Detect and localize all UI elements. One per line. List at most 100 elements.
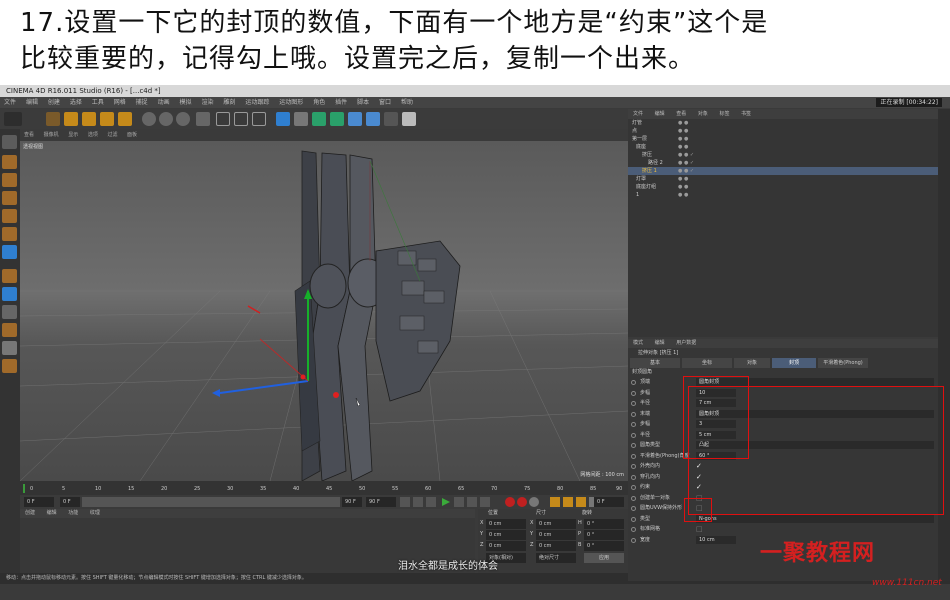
- object-row-selected[interactable]: 挤压 1 ● ● ✓: [628, 167, 938, 175]
- size-y-field[interactable]: 0 cm: [536, 530, 576, 540]
- attribute-menu-edit[interactable]: 编辑: [655, 340, 665, 346]
- object-menu-tags[interactable]: 标签: [719, 111, 729, 117]
- size-z-field[interactable]: 0 cm: [536, 541, 576, 551]
- frame-min-field[interactable]: 0 F: [60, 497, 80, 507]
- frame-end-field[interactable]: 90 F: [366, 497, 396, 507]
- edges-mode-icon[interactable]: [2, 227, 17, 241]
- tab-phong[interactable]: 平滑着色(Phong): [818, 358, 868, 368]
- object-menu-edit[interactable]: 编辑: [655, 111, 665, 117]
- grid-width-field[interactable]: 10 cm: [696, 535, 736, 544]
- anim-dot-icon[interactable]: [631, 453, 636, 459]
- anim-dot-icon[interactable]: [631, 422, 636, 427]
- floor-icon[interactable]: [366, 112, 380, 126]
- object-menu-view[interactable]: 查看: [676, 111, 686, 117]
- object-row[interactable]: 第一层 ● ●: [628, 135, 938, 143]
- current-frame-field[interactable]: 0 F: [594, 497, 624, 507]
- anim-dot-icon[interactable]: [631, 527, 636, 532]
- regular-grid-checkbox[interactable]: □: [696, 525, 703, 533]
- render-picture-viewer-icon[interactable]: [234, 112, 248, 126]
- tab-object[interactable]: 对象: [734, 358, 770, 368]
- visibility-dots-icon[interactable]: ● ●: [678, 135, 688, 143]
- apply-button[interactable]: 应用: [584, 553, 624, 563]
- position-x-field[interactable]: 0 cm: [486, 519, 526, 529]
- visibility-dots-icon[interactable]: ● ●: [678, 119, 688, 127]
- y-axis-icon[interactable]: [159, 112, 173, 126]
- menu-help[interactable]: 帮助: [401, 99, 413, 106]
- anim-dot-icon[interactable]: [631, 380, 636, 385]
- material-menu-texture[interactable]: 纹理: [90, 510, 100, 516]
- rotation-h-field[interactable]: 0 °: [584, 519, 624, 529]
- position-z-field[interactable]: 0 cm: [486, 541, 526, 551]
- visibility-dots-icon[interactable]: ● ● ✓: [678, 151, 694, 159]
- lock-workplane-icon[interactable]: [2, 341, 17, 355]
- timeline-ruler[interactable]: 0 5 10 15 20 25 30 35 40 45 50 55 60 65 …: [20, 481, 628, 495]
- visibility-dots-icon[interactable]: ● ● ✓: [678, 167, 694, 175]
- scale-icon[interactable]: [82, 112, 96, 126]
- tweak-mode-icon[interactable]: [2, 287, 17, 301]
- menu-create[interactable]: 创建: [48, 99, 60, 106]
- menu-mograph[interactable]: 运动图形: [279, 99, 303, 106]
- anim-dot-icon[interactable]: [631, 464, 636, 469]
- object-row[interactable]: 灯罩 ● ●: [628, 175, 938, 183]
- move-icon[interactable]: [64, 112, 78, 126]
- menu-simulate[interactable]: 模拟: [180, 99, 192, 106]
- anim-dot-icon[interactable]: [631, 401, 636, 406]
- object-menu-file[interactable]: 文件: [633, 111, 643, 117]
- viewport-menu-display[interactable]: 显示: [68, 132, 78, 138]
- workplane-icon[interactable]: [2, 191, 17, 205]
- viewport-menu-view[interactable]: 查看: [24, 132, 34, 138]
- menu-window[interactable]: 窗口: [379, 99, 391, 106]
- menu-tools[interactable]: 工具: [92, 99, 104, 106]
- anim-dot-icon[interactable]: [631, 390, 636, 396]
- frame-range-slider[interactable]: [82, 497, 340, 507]
- visibility-dots-icon[interactable]: ● ●: [678, 143, 688, 151]
- menu-motion-tracking[interactable]: 运动跟踪: [245, 99, 269, 106]
- size-x-field[interactable]: 0 cm: [536, 519, 576, 529]
- object-menu-bookmarks[interactable]: 书签: [741, 111, 751, 117]
- object-row[interactable]: 灯管 ● ●: [628, 119, 938, 127]
- quantize-icon[interactable]: [2, 323, 17, 337]
- menu-mesh[interactable]: 网格: [114, 99, 126, 106]
- menu-snap[interactable]: 捕捉: [136, 99, 148, 106]
- menu-file[interactable]: 文件: [4, 99, 16, 106]
- tab-basic[interactable]: 基本: [630, 358, 680, 368]
- visibility-dots-icon[interactable]: ● ●: [678, 127, 688, 135]
- tab-coordinates[interactable]: 坐标: [682, 358, 732, 368]
- cap-type-select[interactable]: N-gons: [696, 514, 934, 523]
- frame-max-field[interactable]: 90 F: [342, 497, 362, 507]
- light-icon[interactable]: [402, 112, 416, 126]
- object-row[interactable]: 路径 2 ● ● ✓: [628, 159, 938, 167]
- menu-select[interactable]: 选择: [70, 99, 82, 106]
- deformer-icon[interactable]: [348, 112, 362, 126]
- position-y-field[interactable]: 0 cm: [486, 530, 526, 540]
- viewport-menu-camera[interactable]: 摄像机: [44, 132, 59, 138]
- z-axis-icon[interactable]: [176, 112, 190, 126]
- anim-dot-icon[interactable]: [631, 495, 636, 501]
- rotation-p-field[interactable]: 0 °: [584, 530, 624, 540]
- menu-plugins[interactable]: 插件: [335, 99, 347, 106]
- undo-icon[interactable]: [4, 112, 22, 126]
- x-axis-icon[interactable]: [142, 112, 156, 126]
- object-menu-objects[interactable]: 对象: [698, 111, 708, 117]
- menu-script[interactable]: 脚本: [357, 99, 369, 106]
- nurbs-icon[interactable]: [312, 112, 326, 126]
- coordinate-system-icon[interactable]: [196, 112, 210, 126]
- coord-size-mode-select[interactable]: 绝对尺寸: [536, 553, 576, 563]
- points-mode-icon[interactable]: [2, 209, 17, 223]
- material-menu-function[interactable]: 功能: [68, 510, 78, 516]
- menu-render[interactable]: 渲染: [201, 99, 213, 106]
- render-settings-icon[interactable]: [252, 112, 266, 126]
- visibility-dots-icon[interactable]: ● ●: [678, 183, 688, 191]
- select-icon[interactable]: [46, 112, 60, 126]
- transform-icon[interactable]: [118, 112, 132, 126]
- frame-start-field[interactable]: 0 F: [24, 497, 54, 507]
- visibility-dots-icon[interactable]: ● ●: [678, 191, 688, 199]
- viewport-menu-panel[interactable]: 面板: [127, 132, 137, 138]
- tab-caps[interactable]: 封顶: [772, 358, 816, 368]
- anim-dot-icon[interactable]: [631, 474, 636, 480]
- anim-dot-icon[interactable]: [631, 516, 636, 522]
- axis-mode-icon[interactable]: [2, 269, 17, 283]
- rotation-b-field[interactable]: 0 °: [584, 541, 624, 551]
- object-row[interactable]: 底座灯组 ● ●: [628, 183, 938, 191]
- visibility-dots-icon[interactable]: ● ●: [678, 175, 688, 183]
